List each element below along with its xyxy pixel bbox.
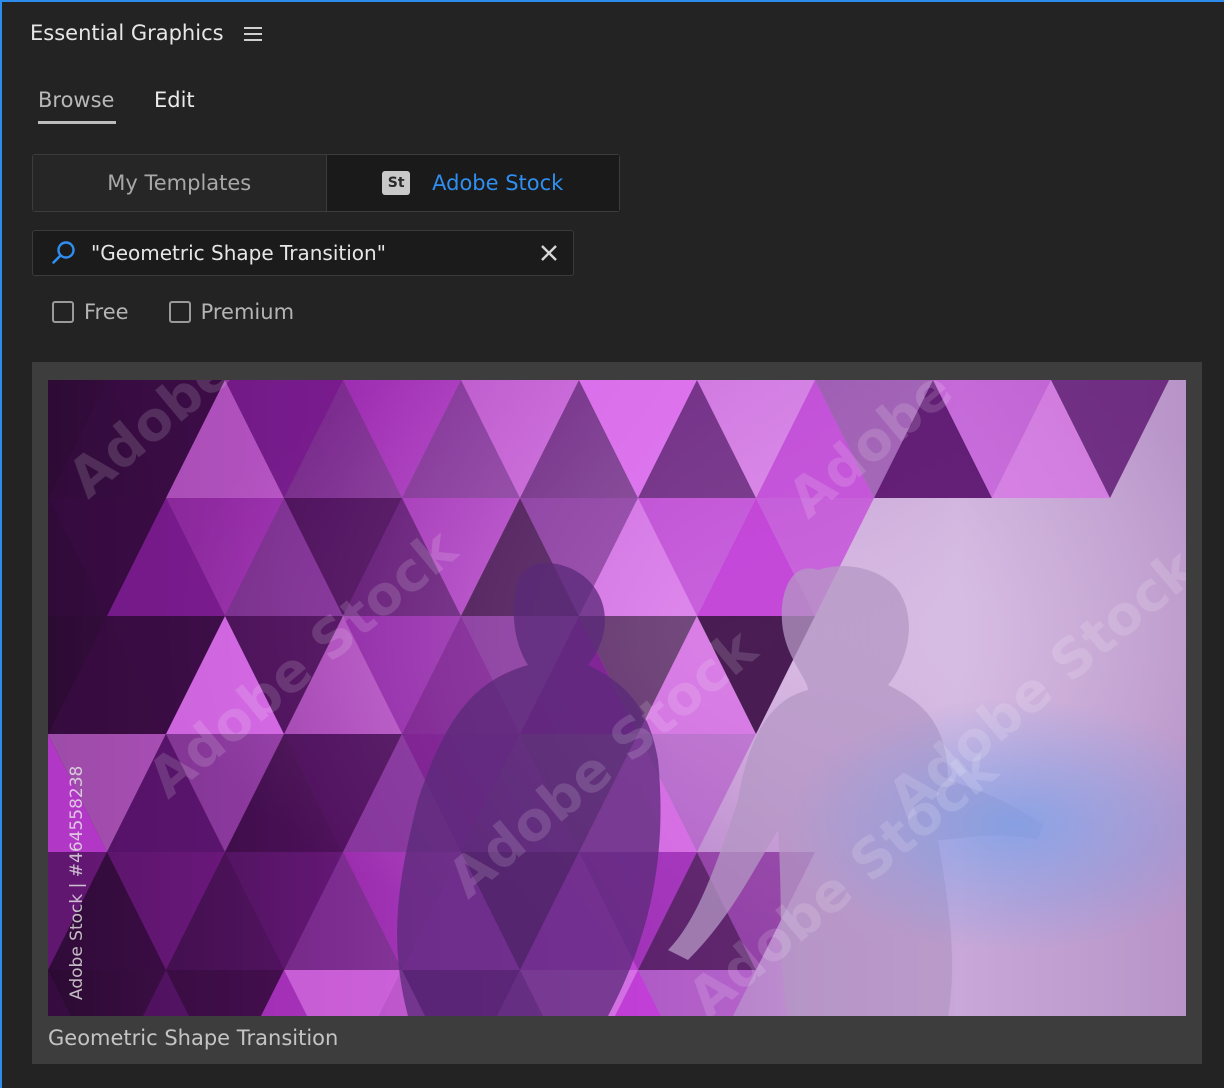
search-input[interactable] xyxy=(91,241,539,265)
my-templates-button[interactable]: My Templates xyxy=(33,155,327,211)
hamburger-menu-icon[interactable] xyxy=(243,26,262,41)
close-icon[interactable] xyxy=(539,243,559,263)
free-label: Free xyxy=(84,300,129,324)
filter-premium[interactable]: Premium xyxy=(168,300,295,324)
premium-label: Premium xyxy=(200,300,295,324)
free-checkbox[interactable] xyxy=(52,301,74,323)
search-box xyxy=(32,230,574,276)
adobe-stock-label: Adobe Stock xyxy=(432,171,564,195)
source-toggle: My Templates St Adobe Stock xyxy=(32,154,620,212)
result-thumbnail[interactable]: Adobe Stock Adobe Stock Adobe Stock Adob… xyxy=(48,380,1186,1016)
premium-checkbox[interactable] xyxy=(168,301,191,323)
my-templates-label: My Templates xyxy=(107,171,252,195)
tab-edit[interactable]: Edit xyxy=(152,84,197,124)
thumbnail-image: Adobe Stock Adobe Stock Adobe Stock Adob… xyxy=(48,380,1186,1016)
panel-tabs: Browse Edit xyxy=(36,84,197,124)
filter-free[interactable]: Free xyxy=(52,300,129,324)
result-title: Geometric Shape Transition xyxy=(48,1026,339,1050)
adobe-stock-icon: St xyxy=(382,171,411,195)
license-filters: Free Premium xyxy=(52,300,334,324)
panel-title: Essential Graphics xyxy=(30,21,224,45)
asset-id-text: Adobe Stock | #464558238 xyxy=(67,766,87,1000)
essential-graphics-panel: Essential Graphics Browse Edit My Templa… xyxy=(0,0,1224,1088)
adobe-stock-button[interactable]: St Adobe Stock xyxy=(326,155,619,211)
search-icon xyxy=(51,240,77,266)
tab-browse[interactable]: Browse xyxy=(36,84,116,124)
panel-header: Essential Graphics xyxy=(30,16,262,50)
result-card[interactable]: Adobe Stock Adobe Stock Adobe Stock Adob… xyxy=(32,362,1202,1064)
